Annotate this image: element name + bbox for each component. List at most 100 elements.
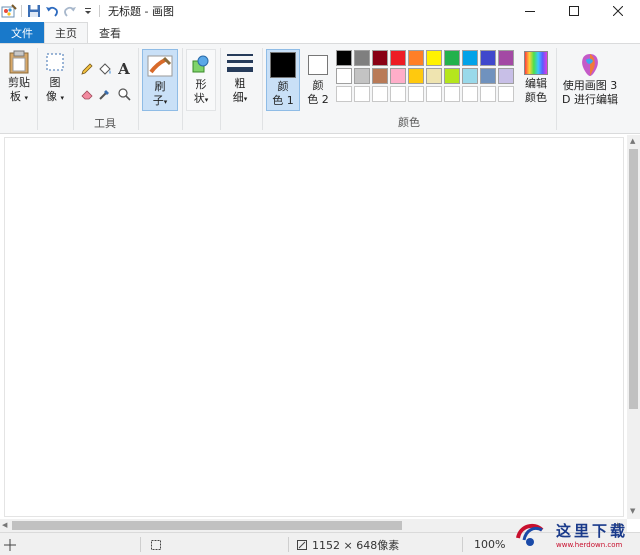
canvas-size-icon <box>296 533 308 555</box>
palette-swatch-empty[interactable] <box>462 86 478 102</box>
work-area <box>0 135 627 519</box>
watermark-url: www.herdown.com <box>556 541 623 549</box>
line-size-icon <box>226 49 254 77</box>
palette-swatch[interactable] <box>354 50 370 66</box>
palette-swatch[interactable] <box>480 68 496 84</box>
brushes-dropdown-icon: ▾ <box>163 98 168 106</box>
scroll-up-arrow-icon[interactable]: ▲ <box>630 137 635 145</box>
selection-size-icon <box>150 533 162 555</box>
tab-view[interactable]: 查看 <box>88 22 132 43</box>
color1-button[interactable]: 颜 色 1 <box>266 49 300 111</box>
edit-colors-button[interactable]: 编辑 颜色 <box>520 49 552 111</box>
color-picker-icon[interactable] <box>96 85 114 103</box>
image-dropdown-icon: ▾ <box>60 94 64 102</box>
palette-swatch[interactable] <box>390 68 406 84</box>
maximize-icon <box>569 6 579 16</box>
shapes-dropdown-icon: ▾ <box>204 96 209 104</box>
palette-swatch[interactable] <box>462 50 478 66</box>
palette-swatch[interactable] <box>390 50 406 66</box>
palette-swatch[interactable] <box>498 50 514 66</box>
clipboard-label-2: 板 ▾ <box>9 90 28 103</box>
group-separator <box>182 48 183 130</box>
watermark-brand: 这里下载 <box>556 522 629 540</box>
palette-swatch[interactable] <box>426 68 442 84</box>
magnifier-icon[interactable] <box>115 85 133 103</box>
vertical-scrollbar[interactable]: ▲ ▼ <box>627 135 640 519</box>
palette-grid <box>336 50 516 106</box>
shapes-button[interactable]: 形 状▾ <box>186 49 216 111</box>
redo-icon[interactable] <box>61 2 79 20</box>
color2-label-2: 色 2 <box>307 93 329 106</box>
tab-file[interactable]: 文件 <box>0 22 44 43</box>
palette-swatch-empty[interactable] <box>372 86 388 102</box>
close-icon <box>613 6 623 16</box>
palette-swatch-empty[interactable] <box>480 86 496 102</box>
tab-home[interactable]: 主页 <box>44 22 88 43</box>
edit-colors-label-2: 颜色 <box>525 91 547 104</box>
brushes-button[interactable]: 刷 子▾ <box>142 49 178 111</box>
group-separator <box>37 48 38 130</box>
select-icon <box>41 48 69 76</box>
herdown-logo-icon <box>516 523 544 546</box>
shapes-label-1: 形 <box>195 78 207 91</box>
eraser-icon[interactable] <box>78 85 96 103</box>
palette-swatch-empty[interactable] <box>498 86 514 102</box>
watermark: 这里下载 www.herdown.com <box>512 514 640 555</box>
save-icon[interactable] <box>25 2 43 20</box>
scroll-left-arrow-icon[interactable]: ◀ <box>2 521 7 529</box>
fill-bucket-icon[interactable] <box>96 60 114 78</box>
clipboard-icon <box>5 48 33 76</box>
vertical-scroll-thumb[interactable] <box>629 149 638 409</box>
size-button[interactable]: 粗 细▾ <box>224 49 256 111</box>
palette-swatch[interactable] <box>426 50 442 66</box>
palette-swatch[interactable] <box>336 50 352 66</box>
palette-swatch[interactable] <box>444 50 460 66</box>
image-button[interactable]: 图 像 ▾ <box>40 48 70 112</box>
group-separator <box>138 48 139 130</box>
size-dropdown-icon: ▾ <box>243 95 248 103</box>
group-separator <box>556 48 557 130</box>
text-tool-icon[interactable]: A <box>115 60 133 78</box>
horizontal-scroll-thumb[interactable] <box>12 521 402 530</box>
undo-icon[interactable] <box>43 2 61 20</box>
pencil-icon[interactable] <box>78 60 96 78</box>
tools-group-label: 工具 <box>94 117 116 130</box>
palette-swatch[interactable] <box>354 68 370 84</box>
brushes-label-1: 刷 <box>154 80 166 93</box>
brush-icon <box>146 52 174 80</box>
palette-swatch[interactable] <box>408 68 424 84</box>
minimize-button[interactable] <box>508 0 552 22</box>
palette-swatch-empty[interactable] <box>408 86 424 102</box>
window-title: 无标题 - 画图 <box>108 5 174 18</box>
palette-swatch[interactable] <box>480 50 496 66</box>
color2-button[interactable]: 颜 色 2 <box>303 49 333 111</box>
palette-swatch[interactable] <box>462 68 478 84</box>
paint3d-icon <box>576 51 604 79</box>
paint-app-icon[interactable] <box>0 2 18 20</box>
paint3d-button[interactable]: 使用画图 3 D 进行编辑 <box>560 49 620 111</box>
status-divider <box>288 537 289 552</box>
clipboard-button[interactable]: 剪贴 板 ▾ <box>4 48 34 112</box>
palette-swatch-empty[interactable] <box>354 86 370 102</box>
drawing-canvas[interactable] <box>4 137 624 517</box>
palette-swatch[interactable] <box>372 68 388 84</box>
palette-swatch[interactable] <box>498 68 514 84</box>
image-label-1: 图 <box>49 76 61 89</box>
palette-swatch[interactable] <box>336 68 352 84</box>
ribbon-tabs: 文件 主页 查看 <box>0 22 640 43</box>
title-bar: 无标题 - 画图 <box>0 0 640 22</box>
maximize-button[interactable] <box>552 0 596 22</box>
palette-swatch[interactable] <box>408 50 424 66</box>
palette-swatch[interactable] <box>444 68 460 84</box>
palette-swatch[interactable] <box>372 50 388 66</box>
palette-swatch-empty[interactable] <box>444 86 460 102</box>
size-label-1: 粗 <box>234 77 246 90</box>
palette-swatch-empty[interactable] <box>390 86 406 102</box>
palette-swatch-empty[interactable] <box>426 86 442 102</box>
zoom-level: 100% <box>474 538 506 551</box>
color1-label-1: 颜 <box>277 80 289 93</box>
close-button[interactable] <box>596 0 640 22</box>
shapes-icon <box>187 50 215 78</box>
customize-toolbar-chevron-icon[interactable] <box>79 2 97 20</box>
palette-swatch-empty[interactable] <box>336 86 352 102</box>
